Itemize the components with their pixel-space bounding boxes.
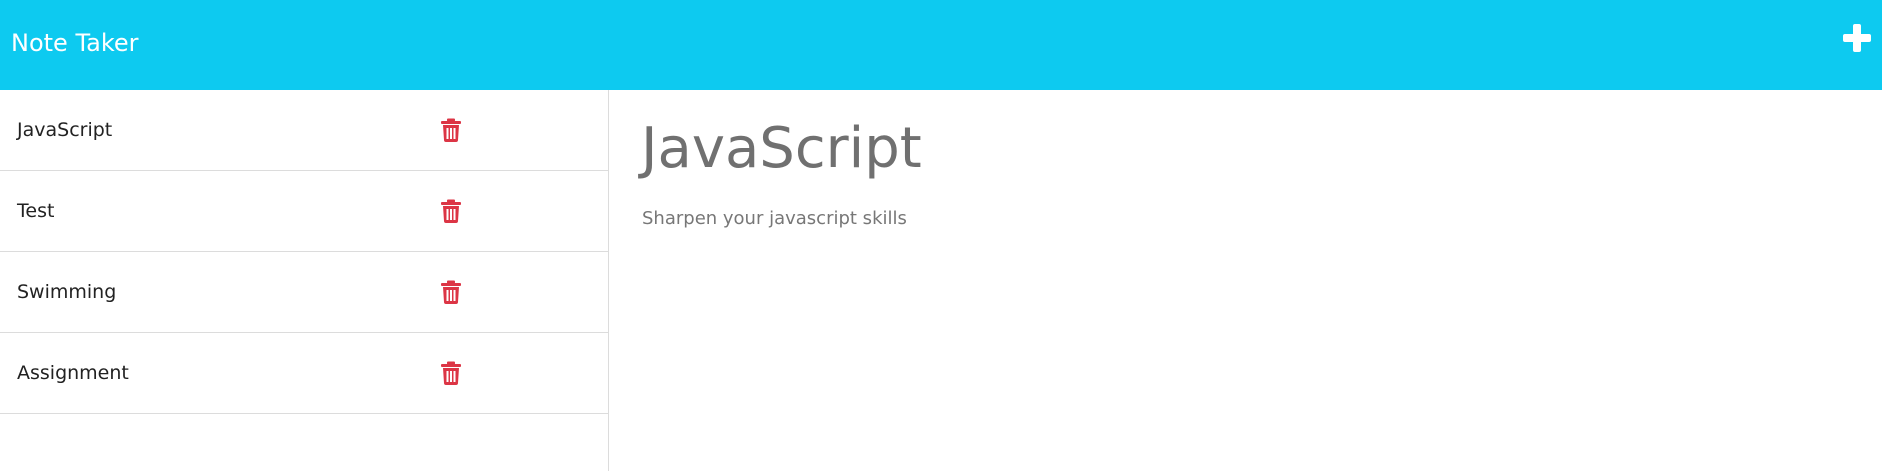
note-item-title: Test: [17, 200, 55, 222]
note-editor: JavaScript Sharpen your javascript skill…: [609, 90, 1882, 471]
delete-note-button[interactable]: [440, 280, 462, 304]
note-item-title: JavaScript: [17, 119, 113, 141]
trash-icon: [441, 199, 461, 223]
note-item-javascript[interactable]: JavaScript: [0, 90, 608, 171]
delete-note-button[interactable]: [440, 118, 462, 142]
delete-note-button[interactable]: [440, 361, 462, 385]
note-item-title: Swimming: [17, 281, 117, 303]
note-item-assignment[interactable]: Assignment: [0, 333, 608, 414]
note-title-field[interactable]: JavaScript: [641, 114, 922, 184]
note-item-swimming[interactable]: Swimming: [0, 252, 608, 333]
navbar: Note Taker: [0, 0, 1882, 90]
trash-icon: [441, 361, 461, 385]
new-note-button[interactable]: [1842, 23, 1872, 53]
trash-icon: [441, 280, 461, 304]
note-item-title: Assignment: [17, 362, 129, 384]
note-list: JavaScript Test Swimming Assignment: [0, 90, 609, 471]
note-text-field[interactable]: Sharpen your javascript skills: [642, 207, 907, 231]
app-title[interactable]: Note Taker: [11, 28, 139, 58]
plus-icon: [1843, 24, 1871, 52]
delete-note-button[interactable]: [440, 199, 462, 223]
note-item-test[interactable]: Test: [0, 171, 608, 252]
trash-icon: [441, 118, 461, 142]
